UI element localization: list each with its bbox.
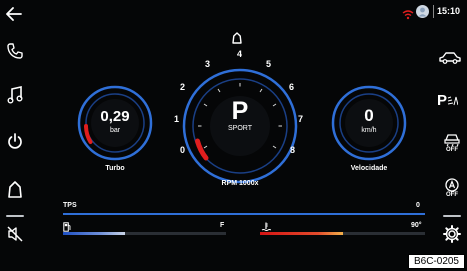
rpm-tick-label-4: 4	[237, 49, 243, 59]
music-note-icon[interactable]	[7, 86, 23, 104]
auto-hold-off-label: OFF	[446, 192, 458, 198]
gear-indicator: P	[231, 97, 249, 125]
sidebar-divider	[6, 215, 24, 217]
turbo-value: 0,29	[100, 108, 130, 125]
mute-speaker-icon[interactable]	[7, 226, 23, 242]
rpm-tick-label-8: 8	[290, 145, 296, 155]
status-bar: 15:10	[398, 5, 466, 20]
car-icon[interactable]	[439, 52, 461, 64]
profile-avatar-icon[interactable]	[416, 5, 429, 18]
fuel-full-label: F	[220, 222, 225, 229]
rpm-tick-label-0: 0	[180, 145, 186, 155]
image-code-label: B6C-0205	[407, 254, 465, 269]
rpm-tick-label-3: 3	[205, 59, 211, 69]
right-sidebar-divider	[443, 215, 461, 217]
speed-unit: km/h	[361, 127, 377, 134]
rpm-tick-label-5: 5	[266, 59, 272, 69]
fuel-bar-fill	[63, 232, 125, 235]
power-icon[interactable]	[7, 133, 23, 150]
tps-label: TPS	[63, 202, 77, 209]
clock-time: 15:10	[437, 6, 461, 16]
rpm-gauge: P SPORT	[180, 66, 300, 186]
turbo-gauge: 0,29 bar	[76, 84, 154, 162]
rpm-tick-label-6: 6	[289, 82, 295, 92]
temp-bar-fill	[260, 232, 343, 235]
auto-hold-icon[interactable]: OFF	[442, 178, 462, 198]
infotainment-screen: 15:10 P OFF OFF 0,29 bar Turbo P SPORT 0…	[0, 0, 467, 271]
rpm-tick-label-1: 1	[174, 114, 180, 124]
speed-value: 0	[364, 106, 374, 125]
speed-gauge: 0 km/h	[330, 84, 408, 162]
rpm-value-arc	[195, 138, 209, 161]
temp-max-label: 90°	[411, 222, 422, 229]
wifi-signal-icon	[402, 7, 414, 25]
home-car-icon[interactable]	[7, 181, 23, 199]
tps-value: 0	[416, 202, 420, 209]
speed-label: Velocidade	[350, 165, 388, 172]
turbo-unit: bar	[109, 127, 121, 134]
tps-bar	[63, 213, 425, 215]
status-divider	[433, 5, 434, 18]
park-assist-icon[interactable]: P	[437, 92, 459, 109]
back-arrow-icon[interactable]	[6, 7, 22, 21]
traction-control-icon[interactable]: OFF	[442, 133, 462, 153]
phone-icon[interactable]	[7, 43, 23, 59]
turbo-label: Turbo	[105, 165, 125, 172]
drive-mode-label: SPORT	[228, 125, 252, 132]
park-assist-letter: P	[437, 92, 448, 109]
drive-mode-icon	[231, 31, 243, 49]
rpm-tick-label-2: 2	[180, 82, 186, 92]
rpm-tick-label-7: 7	[298, 114, 304, 124]
rpm-label: RPM 1000x	[221, 180, 259, 187]
settings-gear-icon[interactable]	[443, 225, 461, 243]
traction-off-label: OFF	[446, 147, 458, 153]
